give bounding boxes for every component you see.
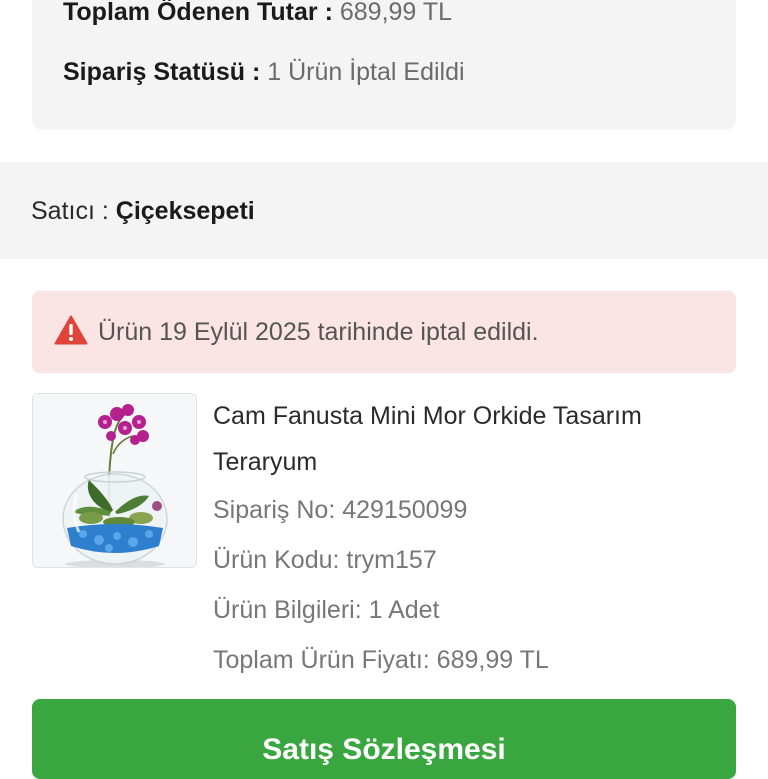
sales-contract-button[interactable]: Satış Sözleşmesi (32, 699, 736, 779)
product-title[interactable]: Cam Fanusta Mini Mor Orkide Tasarım Tera… (213, 393, 733, 485)
orchid-terrarium-image (33, 394, 196, 567)
seller-bar: Satıcı : Çiçeksepeti (0, 162, 768, 259)
warning-triangle-icon (54, 315, 88, 345)
seller-name[interactable]: Çiçeksepeti (116, 197, 255, 225)
order-summary-card: Toplam Ödenen Tutar : 689,99 TL Sipariş … (32, 0, 736, 130)
cancellation-message: Ürün 19 Eylül 2025 tarihinde iptal edild… (98, 318, 539, 346)
order-status-value: 1 Ürün İptal Edildi (267, 58, 465, 86)
total-paid-row: Toplam Ödenen Tutar : 689,99 TL (63, 0, 452, 27)
cancellation-alert: Ürün 19 Eylül 2025 tarihinde iptal edild… (32, 291, 736, 373)
total-paid-value: 689,99 TL (339, 0, 452, 26)
order-status-row: Sipariş Statüsü : 1 Ürün İptal Edildi (63, 58, 465, 87)
product-quantity: Ürün Bilgileri: 1 Adet (213, 596, 440, 624)
seller-label: Satıcı : (31, 197, 116, 225)
order-status-label: Sipariş Statüsü : (63, 58, 268, 86)
product-info: Cam Fanusta Mini Mor Orkide Tasarım Tera… (213, 393, 733, 685)
product-image[interactable] (32, 393, 197, 568)
product-code: Ürün Kodu: trym157 (213, 546, 437, 574)
product-total-price: Toplam Ürün Fiyatı: 689,99 TL (213, 646, 549, 674)
seller-info: Satıcı : Çiçeksepeti (31, 197, 255, 226)
total-paid-label: Toplam Ödenen Tutar : (63, 0, 340, 26)
order-number: Sipariş No: 429150099 (213, 496, 468, 524)
